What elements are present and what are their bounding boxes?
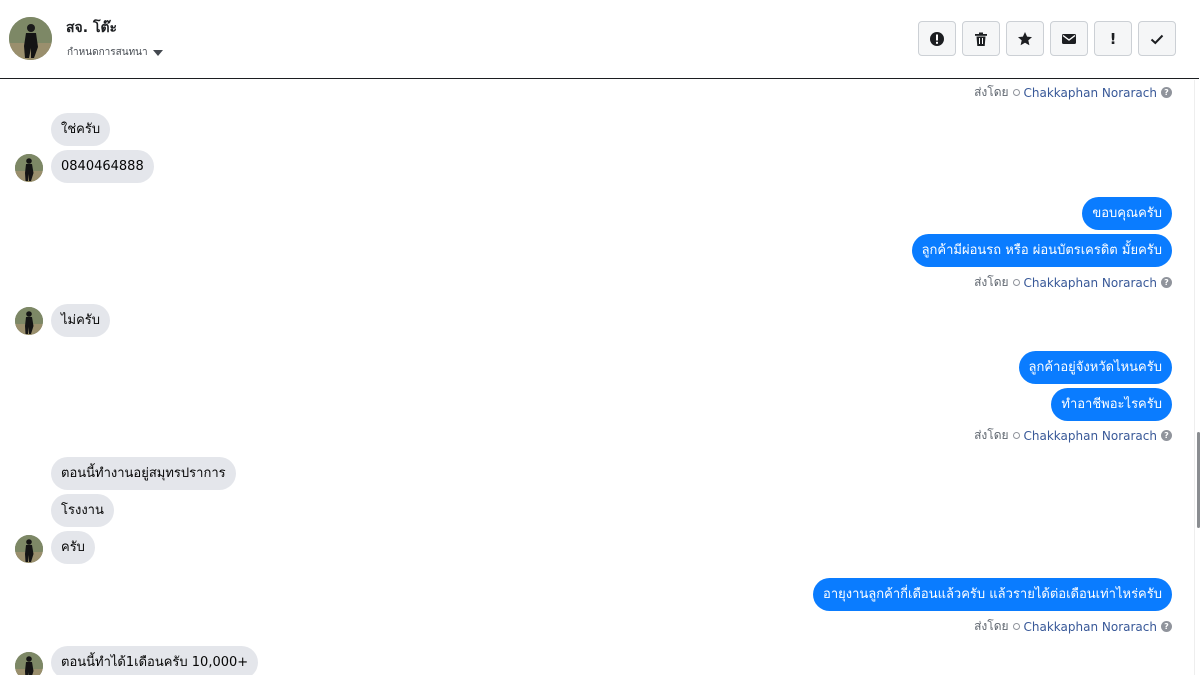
message-bubble-outgoing[interactable]: ลูกค้ามีผ่อนรถ หรือ ผ่อนบัตรเครดิต มั้ยค…: [911, 234, 1172, 267]
star-icon: [1018, 31, 1032, 45]
exclamation-icon: !: [1109, 29, 1117, 48]
message-bubble-incoming[interactable]: โรงงาน: [51, 494, 114, 527]
help-icon[interactable]: ?: [1161, 87, 1172, 98]
checkmark-icon: [1150, 34, 1164, 44]
conversation-toolbar: !: [918, 21, 1176, 56]
sent-by-prefix: ส่งโดย: [974, 85, 1009, 99]
thread-scrollbar[interactable]: [1194, 80, 1201, 675]
sent-by-line: ส่งโดย Chakkaphan Norarach ?: [974, 273, 1172, 292]
message-bubble-outgoing[interactable]: ขอบคุณครับ: [1082, 197, 1172, 230]
help-icon[interactable]: ?: [1161, 621, 1172, 632]
message-bubble-incoming[interactable]: ไม่ครับ: [51, 304, 111, 337]
mark-done-button[interactable]: [1138, 21, 1176, 56]
help-icon[interactable]: ?: [1161, 277, 1172, 288]
contact-name: สจ. โต๊ะ: [66, 20, 118, 36]
message-bubble-outgoing[interactable]: ลูกค้าอยู่จังหวัดไหนครับ: [1018, 351, 1172, 384]
sent-by-line: ส่งโดย Chakkaphan Norarach ?: [974, 426, 1172, 445]
contact-avatar[interactable]: [9, 17, 52, 60]
sent-by-prefix: ส่งโดย: [974, 428, 1009, 442]
star-button[interactable]: [1006, 21, 1044, 56]
contact-avatar-small: [15, 154, 43, 182]
message-bubble-incoming[interactable]: ตอนนี้ทำงานอยู่สมุทรปราการ: [51, 457, 236, 490]
caret-down-icon: [152, 49, 163, 56]
mark-unread-button[interactable]: [1050, 21, 1088, 56]
message-bubble-incoming[interactable]: ใช่ครับ: [51, 113, 111, 146]
sender-name-link[interactable]: Chakkaphan Norarach: [1024, 620, 1157, 634]
sender-name-link[interactable]: Chakkaphan Norarach: [1024, 429, 1157, 443]
follow-up-button[interactable]: !: [1094, 21, 1132, 56]
scrollbar-thumb[interactable]: [1197, 432, 1200, 528]
mark-spam-button[interactable]: [918, 21, 956, 56]
sender-name-link[interactable]: Chakkaphan Norarach: [1024, 276, 1157, 290]
message-bubble-outgoing[interactable]: อายุงานลูกค้ากี่เดือนแล้วครับ แล้วรายได้…: [813, 578, 1172, 611]
help-icon[interactable]: ?: [1161, 430, 1172, 441]
sent-by-prefix: ส่งโดย: [974, 275, 1009, 289]
contact-avatar-small: [15, 535, 43, 563]
message-bubble-incoming[interactable]: ตอนนี้ทำได้1เดือนครับ 10,000+: [51, 646, 259, 675]
conversation-menu-label: กำหนดการสนทนา: [67, 47, 148, 58]
message-thread: ส่งโดย Chakkaphan Norarach ? ใช่ครับ 084…: [0, 80, 1194, 675]
verified-icon: [1012, 89, 1020, 96]
contact-avatar-small: [15, 652, 43, 675]
conversation-menu-dropdown[interactable]: กำหนดการสนทนา: [67, 45, 163, 60]
sent-by-line: ส่งโดย Chakkaphan Norarach ?: [974, 83, 1172, 102]
verified-icon: [1012, 279, 1020, 286]
message-bubble-incoming[interactable]: ครับ: [51, 531, 95, 564]
verified-icon: [1012, 432, 1020, 439]
message-bubble-outgoing[interactable]: ทำอาชีพอะไรครับ: [1051, 388, 1172, 421]
sent-by-line: ส่งโดย Chakkaphan Norarach ?: [974, 617, 1172, 636]
contact-avatar-small: [15, 307, 43, 335]
delete-button[interactable]: [962, 21, 1000, 56]
message-bubble-incoming[interactable]: 0840464888: [51, 150, 154, 183]
envelope-icon: [1062, 33, 1076, 44]
sent-by-prefix: ส่งโดย: [974, 619, 1009, 633]
alert-circle-icon: [930, 31, 944, 46]
trash-icon: [975, 32, 987, 46]
sender-name-link[interactable]: Chakkaphan Norarach: [1024, 86, 1157, 100]
conversation-header: สจ. โต๊ะ กำหนดการสนทนา !: [0, 0, 1199, 79]
verified-icon: [1012, 623, 1020, 630]
